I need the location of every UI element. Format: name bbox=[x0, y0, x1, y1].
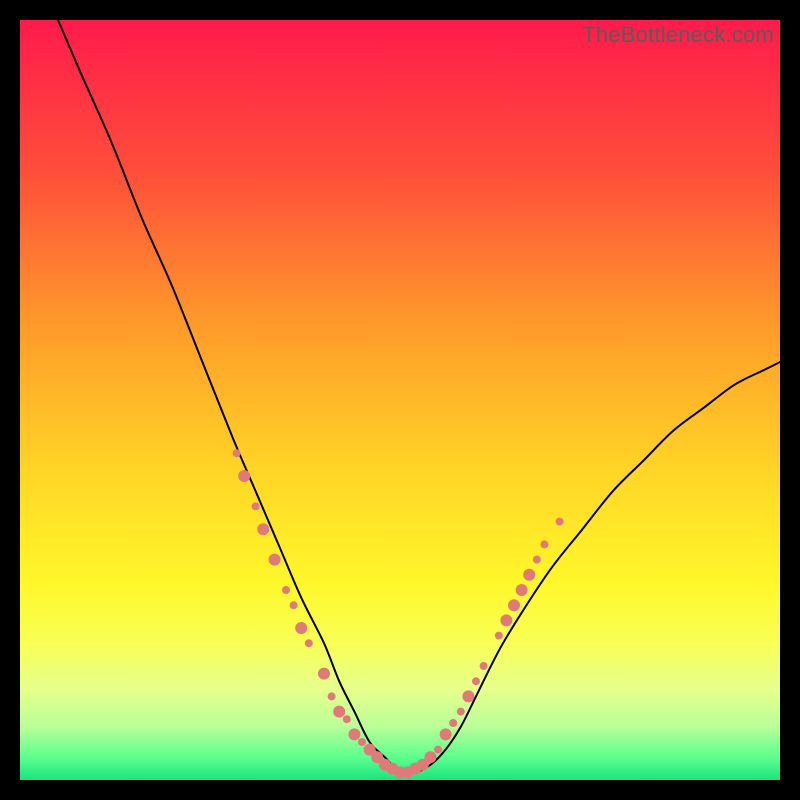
curve-marker bbox=[290, 601, 298, 609]
curve-marker bbox=[540, 540, 548, 548]
curve-marker bbox=[440, 728, 452, 740]
curve-marker bbox=[449, 719, 457, 727]
curve-marker bbox=[343, 715, 351, 723]
curve-marker bbox=[434, 746, 442, 754]
curve-marker bbox=[295, 622, 307, 634]
curve-marker bbox=[462, 690, 474, 702]
curve-marker bbox=[318, 668, 330, 680]
curve-marker bbox=[495, 632, 503, 640]
curve-marker bbox=[333, 706, 345, 718]
curve-marker bbox=[348, 728, 360, 740]
curve-marker bbox=[508, 599, 520, 611]
chart-background bbox=[20, 20, 780, 780]
watermark-text: TheBottleneck.com bbox=[582, 22, 774, 48]
chart-frame: TheBottleneck.com bbox=[20, 20, 780, 780]
curve-marker bbox=[480, 662, 488, 670]
chart-plot bbox=[20, 20, 780, 780]
curve-marker bbox=[424, 751, 436, 763]
curve-marker bbox=[500, 614, 512, 626]
curve-marker bbox=[305, 639, 313, 647]
curve-marker bbox=[516, 584, 528, 596]
curve-marker bbox=[233, 449, 241, 457]
curve-marker bbox=[358, 738, 366, 746]
curve-marker bbox=[523, 569, 535, 581]
curve-marker bbox=[457, 708, 465, 716]
curve-marker bbox=[533, 556, 541, 564]
curve-marker bbox=[238, 470, 250, 482]
curve-marker bbox=[472, 677, 480, 685]
curve-marker bbox=[257, 523, 269, 535]
curve-marker bbox=[328, 692, 336, 700]
curve-marker bbox=[556, 518, 564, 526]
curve-marker bbox=[282, 586, 290, 594]
curve-marker bbox=[252, 502, 260, 510]
curve-marker bbox=[269, 554, 281, 566]
